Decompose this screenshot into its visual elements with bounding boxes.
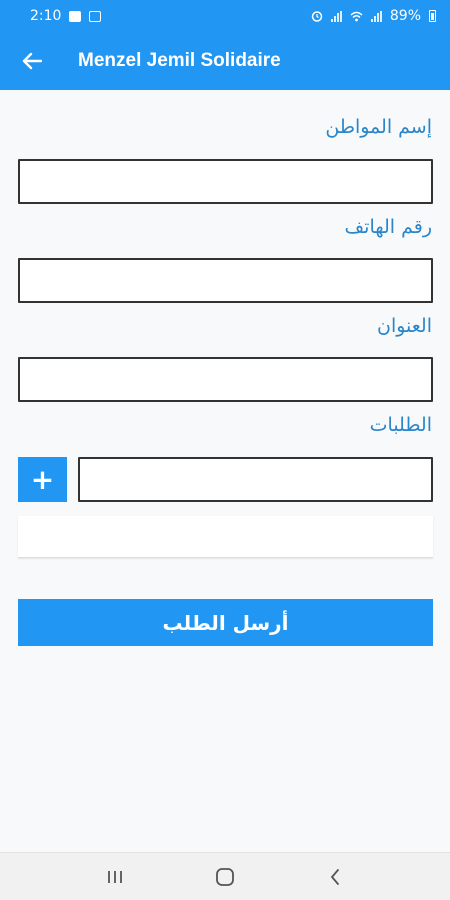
- battery-icon: [429, 10, 436, 22]
- address-label: العنوان: [376, 315, 432, 337]
- app-title: Menzel Jemil Solidaire: [78, 50, 281, 71]
- battery-percent: 89%: [389, 8, 421, 24]
- back-button[interactable]: [0, 32, 56, 90]
- back-icon: [330, 868, 339, 885]
- arrow-left-icon: [22, 52, 42, 70]
- home-icon: [216, 867, 234, 886]
- citizen-name-label: إسم المواطن: [325, 116, 432, 138]
- recent-apps-icon: [108, 870, 122, 883]
- submit-request-button[interactable]: أرسل الطلب: [18, 599, 433, 646]
- alarm-icon: [311, 11, 323, 22]
- system-back-button[interactable]: [315, 857, 355, 897]
- citizen-name-input[interactable]: [18, 159, 433, 204]
- add-request-button[interactable]: +: [18, 457, 67, 502]
- wifi-icon: [350, 11, 363, 21]
- app-bar: Menzel Jemil Solidaire: [0, 32, 450, 90]
- status-left: 2:10: [30, 8, 102, 24]
- request-input[interactable]: [78, 457, 433, 502]
- signal-2-icon: [370, 10, 382, 22]
- status-bar: 2:10 89%: [0, 0, 450, 32]
- signal-icon: [330, 10, 342, 22]
- phone-label: رقم الهاتف: [344, 216, 432, 238]
- requests-list: [18, 516, 433, 558]
- status-time: 2:10: [30, 8, 62, 24]
- gallery-notification-icon: [69, 10, 82, 22]
- home-button[interactable]: [205, 857, 245, 897]
- address-input[interactable]: [18, 357, 433, 402]
- recent-apps-button[interactable]: [95, 857, 135, 897]
- email-notification-icon: [89, 10, 102, 22]
- phone-input[interactable]: [18, 258, 433, 303]
- system-nav-bar: [0, 852, 450, 900]
- status-right: 89%: [311, 8, 436, 24]
- requests-label: الطلبات: [369, 414, 432, 436]
